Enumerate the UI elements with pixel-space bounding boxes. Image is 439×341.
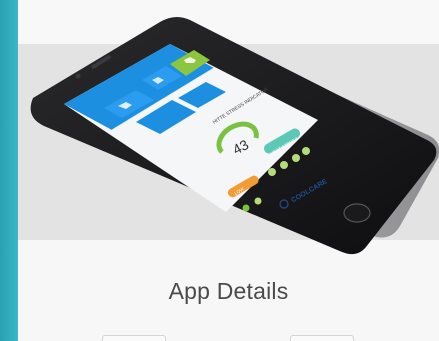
hero-image-area xyxy=(18,44,439,240)
store-button-right[interactable] xyxy=(290,335,354,341)
card-header xyxy=(18,0,439,44)
background-edge xyxy=(0,0,18,341)
app-details-title: App Details xyxy=(168,278,289,304)
store-button-left[interactable] xyxy=(102,335,166,341)
app-details-card: App Details xyxy=(18,0,439,341)
